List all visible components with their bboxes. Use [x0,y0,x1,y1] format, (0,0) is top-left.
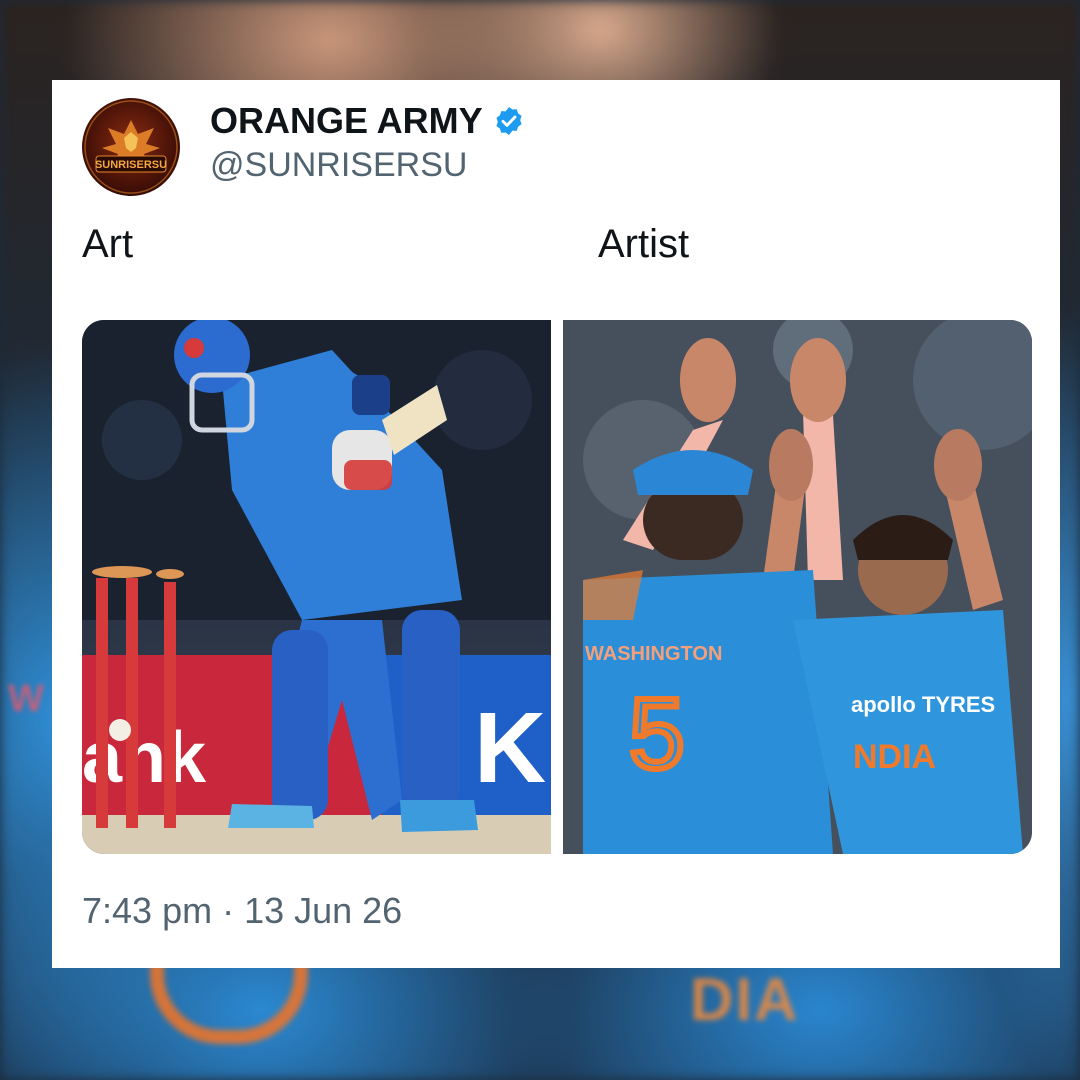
avatar-text: SUNRISERSU [95,159,167,171]
media-grid[interactable]: ank K WASHINGTON 5 apollo TYRES NDIA [82,320,1032,854]
display-name-row[interactable]: ORANGE ARMY [210,100,525,142]
account-handle[interactable]: @SUNRISERSU [210,146,467,185]
profile-avatar[interactable]: SUNRISERSU [82,98,180,196]
verified-badge-icon [496,107,522,135]
photo-batsman-bowled[interactable]: ank K [82,320,551,854]
cricket-ball [109,719,131,741]
team-text: NDIA [853,738,936,776]
post-timestamp[interactable]: 7:43 pm · 13 Jun 26 [82,890,402,932]
players-high-five-photo: WASHINGTON 5 apollo TYRES NDIA [563,320,1032,854]
background-side-text: W [8,678,44,720]
jersey-name: WASHINGTON [585,643,722,665]
eagle-logo-icon: SUNRISERSU [84,100,178,194]
jersey-number: 5 [629,678,685,790]
photo-players-high-five[interactable]: WASHINGTON 5 apollo TYRES NDIA [563,320,1032,854]
background-jersey-text: DIA [690,966,800,1033]
caption-artist: Artist [598,222,690,266]
display-name: ORANGE ARMY [210,100,483,141]
tweet-card: SUNRISERSU ORANGE ARMY @SUNRISERSU Art A… [52,80,1060,968]
caption-art: Art [82,222,134,266]
stumps [92,566,184,828]
sponsor-text: apollo TYRES [851,692,995,717]
banner-text-right: K [474,692,546,804]
batsman-bowled-photo: ank K [82,320,551,854]
